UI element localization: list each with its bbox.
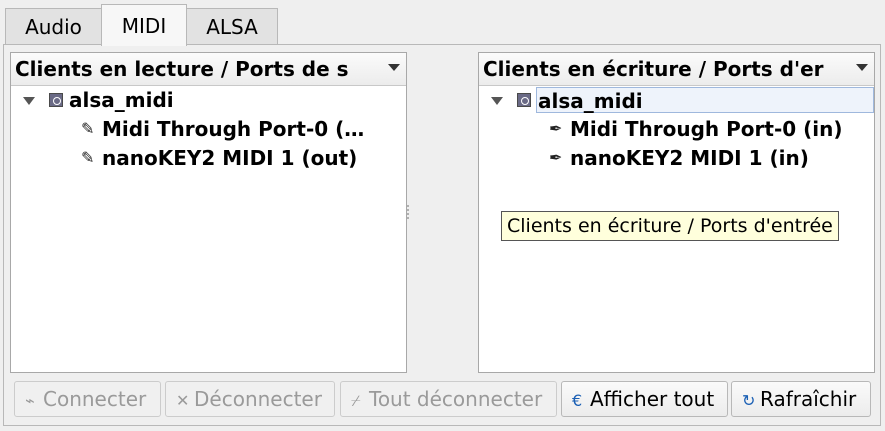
tab-bar: Audio MIDI ALSA xyxy=(0,0,885,46)
tab-audio[interactable]: Audio xyxy=(5,8,102,44)
tree-row-port[interactable]: ✒ nanoKEY2 MIDI 1 (in) xyxy=(479,145,874,171)
connect-label: Connecter xyxy=(43,387,147,411)
client-icon xyxy=(49,93,63,107)
show-all-button[interactable]: € Afficher tout xyxy=(561,381,728,417)
tree-row-client[interactable]: alsa_midi xyxy=(11,87,406,113)
readable-header-label: Clients en lecture / Ports de s xyxy=(15,57,349,81)
sort-arrow-icon xyxy=(388,64,400,71)
readable-column-header[interactable]: Clients en lecture / Ports de s xyxy=(11,53,406,86)
panel-splitter[interactable] xyxy=(407,205,411,219)
tree-row-port[interactable]: ✎ nanoKEY2 MIDI 1 (out) xyxy=(11,145,406,171)
tab-midi[interactable]: MIDI xyxy=(101,4,187,46)
tree-row-client[interactable]: alsa_midi xyxy=(479,87,874,113)
tab-alsa[interactable]: ALSA xyxy=(186,8,278,44)
refresh-button[interactable]: ↻ Rafraîchir xyxy=(731,381,871,417)
disconnect-label: Déconnecter xyxy=(194,387,322,411)
client-name: alsa_midi xyxy=(69,88,174,112)
plug-in-icon: ✒ xyxy=(549,119,563,138)
show-all-icon: € xyxy=(572,391,583,410)
connect-icon: ⌁ xyxy=(25,391,35,410)
plug-in-icon: ✒ xyxy=(549,148,563,167)
port-name: Midi Through Port-0 (in) xyxy=(570,117,843,141)
writable-header-label: Clients en écriture / Ports d'er xyxy=(483,57,824,81)
client-name: alsa_midi xyxy=(536,87,874,113)
readable-clients-tree[interactable]: Clients en lecture / Ports de s alsa_mid… xyxy=(10,52,407,373)
connect-button[interactable]: ⌁ Connecter xyxy=(14,381,161,417)
port-name: nanoKEY2 MIDI 1 (in) xyxy=(570,146,809,170)
disconnect-all-button[interactable]: ⌿ Tout déconnecter xyxy=(340,381,557,417)
tree-row-port[interactable]: ✎ Midi Through Port-0 (… xyxy=(11,116,406,142)
writable-column-header[interactable]: Clients en écriture / Ports d'er xyxy=(479,53,874,86)
plug-out-icon: ✎ xyxy=(81,148,95,167)
disconnect-icon: ✕ xyxy=(176,391,190,410)
show-all-label: Afficher tout xyxy=(590,387,715,411)
disconnect-button[interactable]: ✕ Déconnecter xyxy=(165,381,335,417)
tree-row-port[interactable]: ✒ Midi Through Port-0 (in) xyxy=(479,116,874,142)
port-name: Midi Through Port-0 (… xyxy=(102,117,365,141)
header-tooltip: Clients en écriture / Ports d'entrée xyxy=(501,211,839,241)
refresh-icon: ↻ xyxy=(742,391,756,410)
disconnect-all-label: Tout déconnecter xyxy=(369,387,543,411)
disconnect-all-icon: ⌿ xyxy=(351,391,361,410)
expand-arrow-icon[interactable] xyxy=(23,97,35,105)
sort-arrow-icon xyxy=(856,64,868,71)
client-icon xyxy=(517,93,531,107)
expand-arrow-icon[interactable] xyxy=(491,97,503,105)
port-name: nanoKEY2 MIDI 1 (out) xyxy=(102,146,358,170)
plug-out-icon: ✎ xyxy=(81,119,95,138)
refresh-label: Rafraîchir xyxy=(760,387,857,411)
